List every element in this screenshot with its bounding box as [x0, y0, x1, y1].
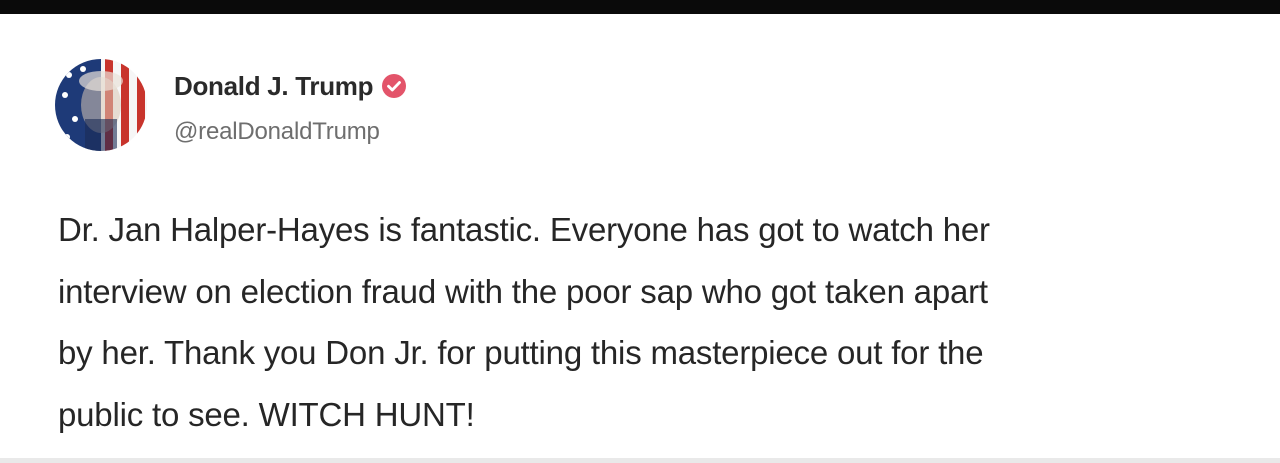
author-handle[interactable]: @realDonaldTrump	[174, 118, 380, 146]
verified-badge-icon	[381, 73, 407, 99]
author-row: Donald J. Trump	[174, 70, 407, 102]
flag-portrait-avatar-icon	[55, 59, 147, 151]
post-body-text: Dr. Jan Halper-Hayes is fantastic. Every…	[58, 211, 990, 433]
top-black-bar	[0, 0, 1280, 14]
avatar[interactable]	[55, 59, 147, 151]
bottom-divider	[0, 458, 1280, 463]
author-display-name[interactable]: Donald J. Trump	[174, 71, 373, 102]
post-card: Donald J. Trump @realDonaldTrump Dr. Jan…	[0, 14, 1280, 458]
